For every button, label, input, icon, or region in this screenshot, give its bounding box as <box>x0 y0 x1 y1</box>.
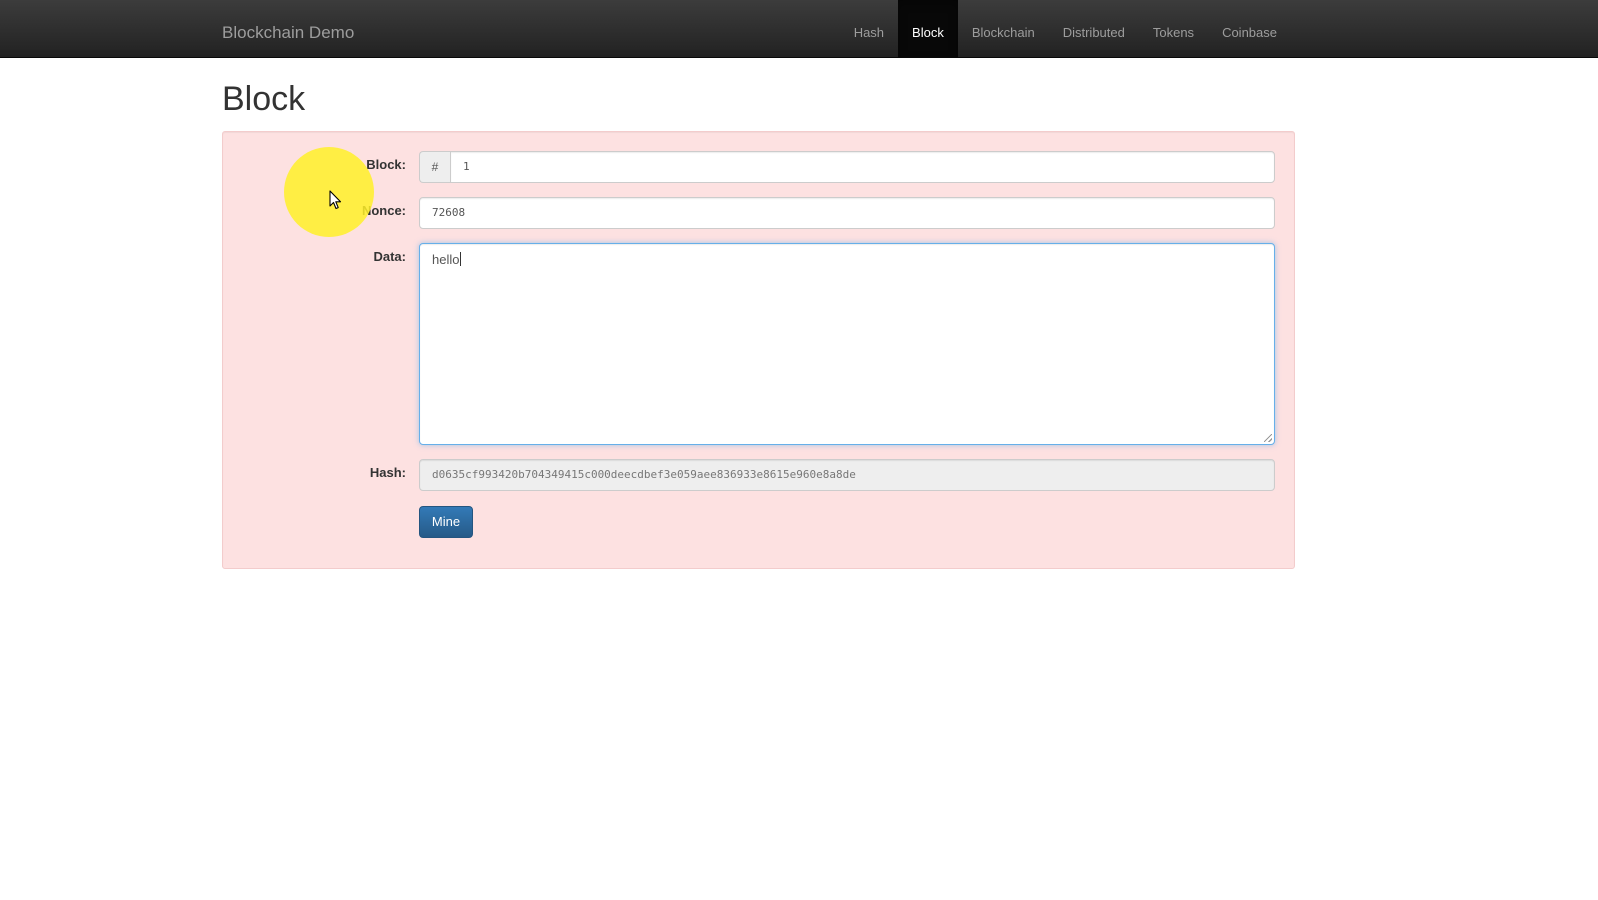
nav-item-tokens[interactable]: Tokens <box>1139 0 1208 58</box>
nav-item-hash[interactable]: Hash <box>840 0 898 58</box>
block-label: Block: <box>366 157 406 172</box>
data-textarea[interactable]: hello <box>419 243 1275 445</box>
data-text: hello <box>432 252 460 267</box>
nav-item-coinbase[interactable]: Coinbase <box>1208 0 1291 58</box>
nav-item-distributed[interactable]: Distributed <box>1049 0 1139 58</box>
text-caret <box>460 252 462 266</box>
block-number-group: # 1 <box>419 151 1275 183</box>
nav-item-blockchain[interactable]: Blockchain <box>958 0 1049 58</box>
mine-button[interactable]: Mine <box>419 506 473 538</box>
block-number-prefix: # <box>419 151 450 183</box>
resize-handle-icon[interactable] <box>1264 434 1272 442</box>
page-title: Block <box>222 80 306 118</box>
data-label: Data: <box>373 249 406 264</box>
hash-label: Hash: <box>369 465 406 480</box>
nonce-label: Nonce: <box>361 203 406 218</box>
hash-output: d0635cf993420b704349415c000deecdbef3e059… <box>419 459 1275 491</box>
navbar: Blockchain Demo Hash Block Blockchain Di… <box>0 0 1598 58</box>
nonce-input[interactable]: 72608 <box>419 197 1275 229</box>
navbar-brand[interactable]: Blockchain Demo <box>222 0 354 58</box>
navbar-menu: Hash Block Blockchain Distributed Tokens… <box>840 0 1291 58</box>
block-number-input[interactable]: 1 <box>450 151 1275 183</box>
nav-item-block[interactable]: Block <box>898 0 958 58</box>
block-panel: Block: # 1 Nonce: 72608 Data: hello Hash… <box>222 131 1295 569</box>
